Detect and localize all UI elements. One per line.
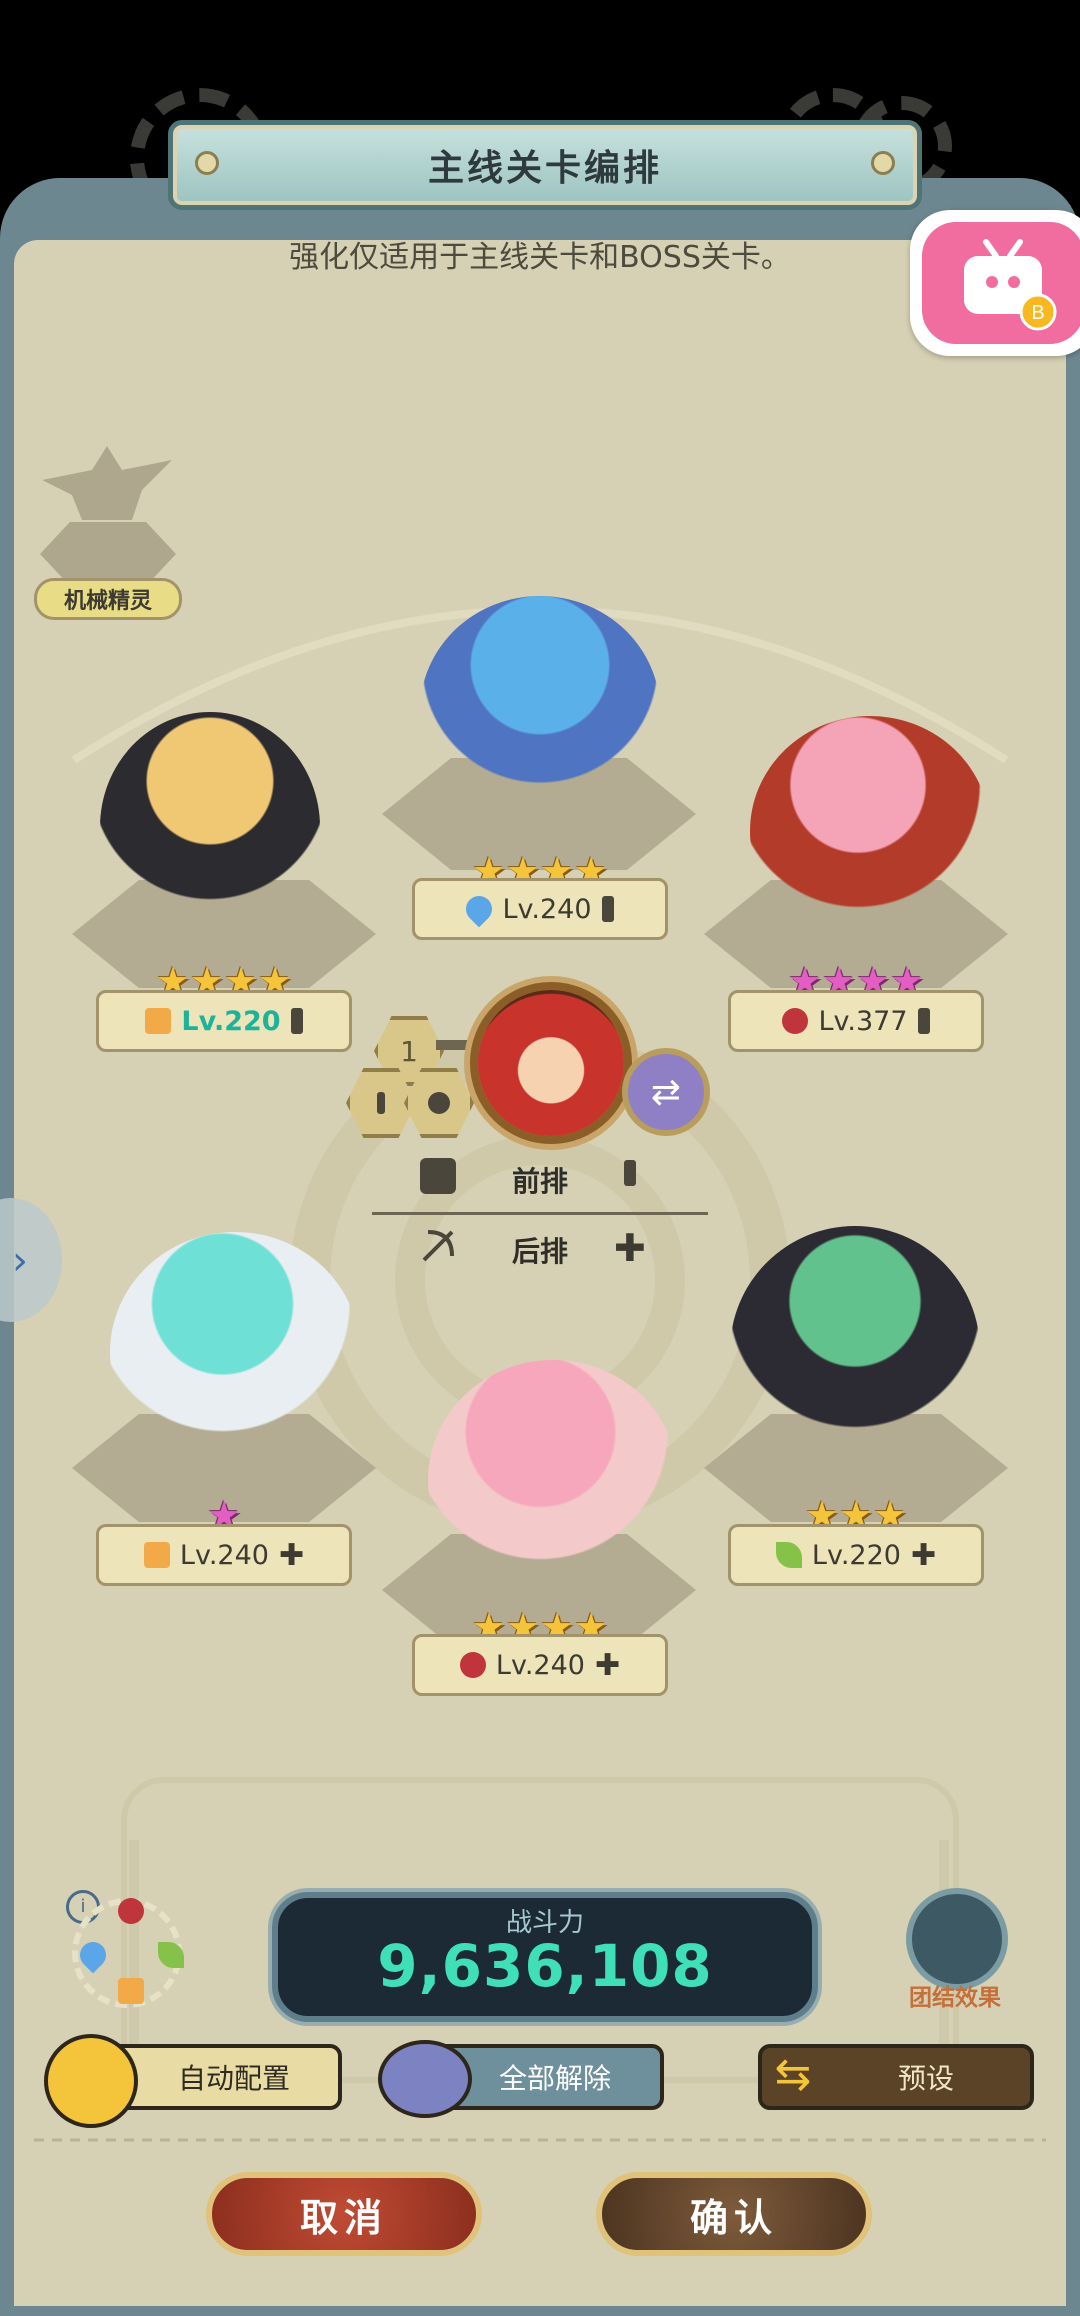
rivet-icon [195, 151, 219, 175]
swap-arrows-icon: ⇆ [774, 2049, 812, 2100]
auto-config-label: 自动配置 [177, 2062, 290, 2095]
hero-level: Lv.220 [811, 1539, 901, 1571]
unite-effect-label[interactable]: 团结效果 [890, 1978, 1020, 2012]
earth-element-icon [145, 1008, 172, 1034]
chevron-right-icon: › [12, 1238, 28, 1284]
cancel-label: 取消 [299, 2195, 388, 2240]
hero-level-card-back-left[interactable]: Lv.240 ✚ [96, 1524, 352, 1586]
sword-icon [601, 896, 614, 922]
fire-element-icon [782, 1008, 809, 1034]
page-title: 主线关卡编排 [427, 148, 662, 189]
row-divider [372, 1212, 708, 1215]
svg-text:B: B [1031, 302, 1044, 324]
plus-icon: ✚ [594, 1647, 621, 1683]
leader-portrait[interactable] [470, 982, 632, 1144]
hero-portrait-front-right[interactable] [750, 716, 990, 946]
clear-all-label: 全部解除 [498, 2062, 611, 2095]
hero-portrait-front-left[interactable] [100, 712, 320, 942]
hero-level-card-front-center[interactable]: Lv.240 [412, 878, 668, 940]
confirm-button[interactable]: 确认 [596, 2172, 872, 2256]
fire-element-icon [459, 1652, 486, 1678]
tv-icon: B [964, 239, 1057, 331]
sword-icon [917, 1008, 930, 1034]
back-row-label: 后排 [512, 1235, 569, 1268]
earth-element-icon [143, 1542, 170, 1568]
plus-icon: ✚ [278, 1537, 305, 1573]
sword-icon [624, 1160, 636, 1190]
title-bar: 主线关卡编排 [168, 120, 922, 210]
plus-icon: ✚ [614, 1226, 646, 1270]
earth-element-icon [118, 1978, 144, 2004]
mech-pet-silhouette-icon[interactable] [32, 440, 182, 530]
handshake-icon[interactable] [906, 1888, 1008, 1990]
swap-arrows-icon[interactable]: ⇄ [622, 1048, 710, 1136]
hero-portrait-back-right[interactable] [730, 1226, 980, 1476]
hero-level-card-back-right[interactable]: Lv.220 ✚ [728, 1524, 984, 1586]
bow-icon [420, 1228, 456, 1264]
refresh-arrows-icon [378, 2040, 472, 2118]
sword-icon [290, 1008, 303, 1034]
front-row-label: 前排 [512, 1165, 569, 1198]
rivet-icon [871, 151, 895, 175]
water-drop-icon [461, 890, 498, 928]
preset-label: 预设 [897, 2062, 954, 2095]
confirm-label: 确认 [689, 2195, 778, 2240]
hero-level: Lv.240 [179, 1539, 269, 1571]
hero-level: Lv.240 [502, 893, 592, 925]
fire-element-icon [118, 1898, 144, 1924]
cancel-button[interactable]: 取消 [206, 2172, 482, 2256]
wind-leaf-icon [775, 1542, 802, 1568]
hero-portrait-back-center[interactable] [428, 1360, 678, 1600]
hero-portrait-front-center[interactable] [420, 596, 660, 826]
hero-level-card-front-right[interactable]: Lv.377 [728, 990, 984, 1052]
chain-connector [436, 1040, 476, 1050]
hero-level: Lv.240 [495, 1649, 585, 1681]
shield-icon [420, 1158, 456, 1194]
pet-label[interactable]: 机械精灵 [34, 578, 182, 620]
hero-level-card-back-center[interactable]: Lv.240 ✚ [412, 1634, 668, 1696]
plus-icon: ✚ [910, 1537, 937, 1573]
gear-wrench-icon [44, 2034, 138, 2128]
combat-power-value: 9,636,108 [377, 1932, 713, 2000]
hero-portrait-back-left[interactable] [110, 1232, 360, 1472]
hero-level: Lv.220 [181, 1005, 281, 1037]
hero-level: Lv.377 [818, 1005, 908, 1037]
hero-level-card-front-left[interactable]: Lv.220 [96, 990, 352, 1052]
bilibili-icon: B [922, 222, 1080, 344]
